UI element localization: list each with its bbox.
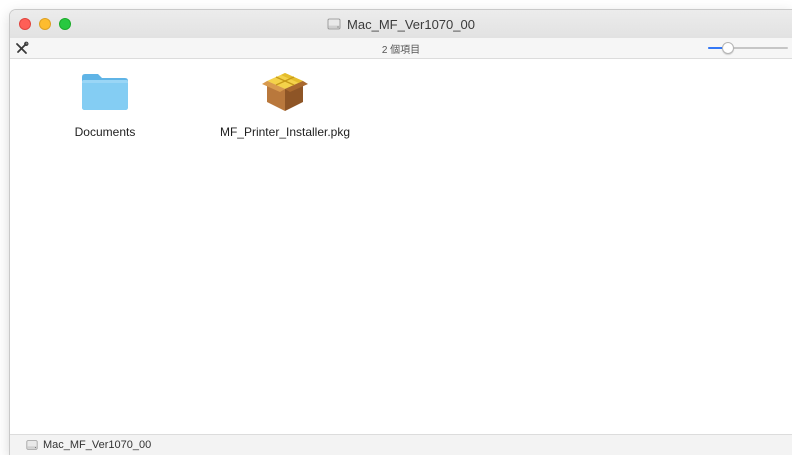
toolbar: 2 個項目 (10, 38, 792, 59)
package-icon (262, 73, 308, 111)
close-button[interactable] (19, 18, 31, 30)
path-bar: Mac_MF_Ver1070_00 (10, 434, 792, 455)
path-item-label[interactable]: Mac_MF_Ver1070_00 (43, 439, 151, 451)
window-title: Mac_MF_Ver1070_00 (347, 16, 475, 32)
slider-knob[interactable] (722, 42, 734, 54)
finder-window: Mac_MF_Ver1070_00 2 個項目 Documents MF_Pri… (10, 10, 792, 455)
file-browser-area[interactable]: Documents MF_Printer_Installer.pkg (10, 59, 792, 435)
item-count-label: 2 個項目 (381, 45, 421, 56)
file-name: MF_Printer_Installer.pkg (219, 125, 351, 139)
window-title-group: Mac_MF_Ver1070_00 (10, 10, 792, 38)
icon-size-slider[interactable] (708, 42, 788, 54)
minimize-button[interactable] (39, 18, 51, 30)
file-item-documents[interactable]: Documents (30, 69, 180, 139)
file-name: Documents (74, 125, 136, 139)
maximize-button[interactable] (59, 18, 71, 30)
disk-image-icon (26, 440, 38, 450)
folder-icon (82, 74, 128, 110)
disk-image-icon (327, 18, 341, 30)
title-bar[interactable]: Mac_MF_Ver1070_00 (10, 10, 792, 39)
file-item-installer[interactable]: MF_Printer_Installer.pkg (210, 69, 360, 139)
